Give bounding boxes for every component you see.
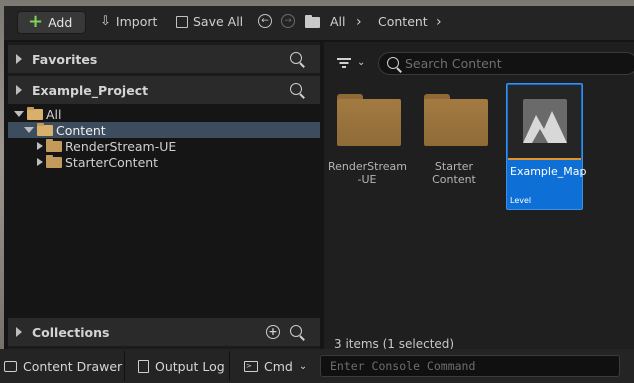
folder-open-icon <box>27 106 43 120</box>
folder-icon <box>337 94 401 146</box>
favorites-label: Favorites <box>32 51 98 67</box>
breadcrumb-label: All <box>330 14 346 29</box>
arrow-right-icon: → <box>281 14 295 28</box>
expand-arrow-icon <box>37 142 43 150</box>
folder-icon <box>424 94 488 146</box>
add-label: Add <box>48 15 73 30</box>
console-command-input[interactable]: Enter Console Command <box>320 355 620 377</box>
breadcrumb-content[interactable]: Content <box>378 14 428 29</box>
asset-label: Example_Map <box>510 165 587 178</box>
content-browser: + Add ⇩ Import Save All ← → All › Conten… <box>4 6 634 351</box>
expand-arrow-icon <box>16 54 22 64</box>
save-all-button[interactable]: Save All <box>176 14 243 29</box>
log-icon <box>138 360 149 373</box>
chevron-down-icon[interactable]: ⌄ <box>357 57 365 68</box>
import-label: Import <box>115 14 158 29</box>
level-icon <box>523 99 567 143</box>
collections-header[interactable]: Collections + <box>8 318 320 346</box>
save-icon <box>176 15 188 28</box>
folder-icon <box>46 154 62 168</box>
console-placeholder: Enter Console Command <box>330 359 476 373</box>
output-log-button[interactable]: Output Log <box>138 359 225 374</box>
tree-item-startercontent[interactable]: StarterContent <box>8 154 320 170</box>
project-header[interactable]: Example_Project <box>8 76 320 104</box>
cmd-label: Cmd <box>264 359 293 374</box>
search-content-input[interactable]: Search Content <box>378 52 634 75</box>
level-thumbnail <box>508 85 581 160</box>
search-icon <box>387 57 401 71</box>
asset-tile-renderstream[interactable]: RenderStream -UE <box>328 86 407 210</box>
back-button[interactable]: ← <box>258 14 272 28</box>
cmd-dropdown[interactable]: > Cmd ⌄ <box>244 359 307 374</box>
terminal-icon: > <box>244 361 258 372</box>
collections-label: Collections <box>32 324 110 340</box>
folder-open-icon <box>37 122 53 136</box>
chevron-down-icon: ⌄ <box>298 361 308 372</box>
collapse-arrow-icon <box>24 127 34 133</box>
expand-arrow-icon <box>16 85 22 95</box>
status-bar: Content Drawer Output Log > Cmd ⌄ Enter … <box>0 349 634 383</box>
expand-arrow-icon <box>37 158 43 166</box>
folder-icon <box>305 15 320 28</box>
add-button[interactable]: + Add <box>17 11 86 34</box>
tree-item-content[interactable]: Content <box>8 122 320 138</box>
expand-arrow-icon <box>16 327 22 337</box>
divider <box>124 351 125 381</box>
collapse-arrow-icon <box>14 111 24 117</box>
asset-label: RenderStream -UE <box>328 160 407 186</box>
import-button[interactable]: ⇩ Import <box>100 14 157 29</box>
add-collection-icon[interactable]: + <box>266 325 280 339</box>
import-icon: ⇩ <box>100 14 111 29</box>
sources-panel: Favorites Example_Project All Content Re… <box>8 42 320 349</box>
tree-item-renderstream[interactable]: RenderStream-UE <box>8 138 320 154</box>
asset-label: Starter Content <box>432 160 476 186</box>
save-all-label: Save All <box>193 14 244 29</box>
forward-button[interactable]: → <box>281 14 295 28</box>
content-drawer-label: Content Drawer <box>23 359 123 374</box>
search-icon[interactable] <box>290 52 304 66</box>
tree-item-label: StarterContent <box>65 154 159 170</box>
plus-icon: + <box>28 10 44 32</box>
asset-type-label: Level <box>510 196 532 205</box>
chevron-right-icon[interactable]: › <box>436 14 442 30</box>
asset-tile-example-map[interactable]: Example_Map Level <box>506 83 587 210</box>
chevron-right-icon[interactable]: › <box>356 14 362 30</box>
divider <box>229 351 230 381</box>
content-toolbar: + Add ⇩ Import Save All ← → All › Conten… <box>4 6 634 40</box>
content-drawer-button[interactable]: Content Drawer <box>4 359 122 374</box>
search-icon[interactable] <box>290 83 304 97</box>
asset-tile-startercontent[interactable]: Starter Content <box>415 86 493 210</box>
search-placeholder: Search Content <box>405 56 502 71</box>
tree-item-label: RenderStream-UE <box>65 138 177 154</box>
arrow-left-icon: ← <box>258 14 272 28</box>
filter-icon[interactable] <box>337 58 351 68</box>
tree-item-label: Content <box>56 122 106 138</box>
breadcrumb-all[interactable]: All <box>330 14 346 29</box>
breadcrumb-label: Content <box>378 14 428 29</box>
search-icon[interactable] <box>290 325 304 339</box>
project-label: Example_Project <box>32 82 149 98</box>
drawer-icon <box>4 361 17 372</box>
asset-view: ⌄ Search Content RenderStream -UE Starte… <box>324 42 634 351</box>
tree-item-label: All <box>46 106 62 122</box>
favorites-header[interactable]: Favorites <box>8 45 320 73</box>
folder-icon <box>46 138 62 152</box>
tree-item-all[interactable]: All <box>8 106 320 122</box>
folder-tree: All Content RenderStream-UE StarterConte… <box>8 104 320 318</box>
output-log-label: Output Log <box>155 359 225 374</box>
